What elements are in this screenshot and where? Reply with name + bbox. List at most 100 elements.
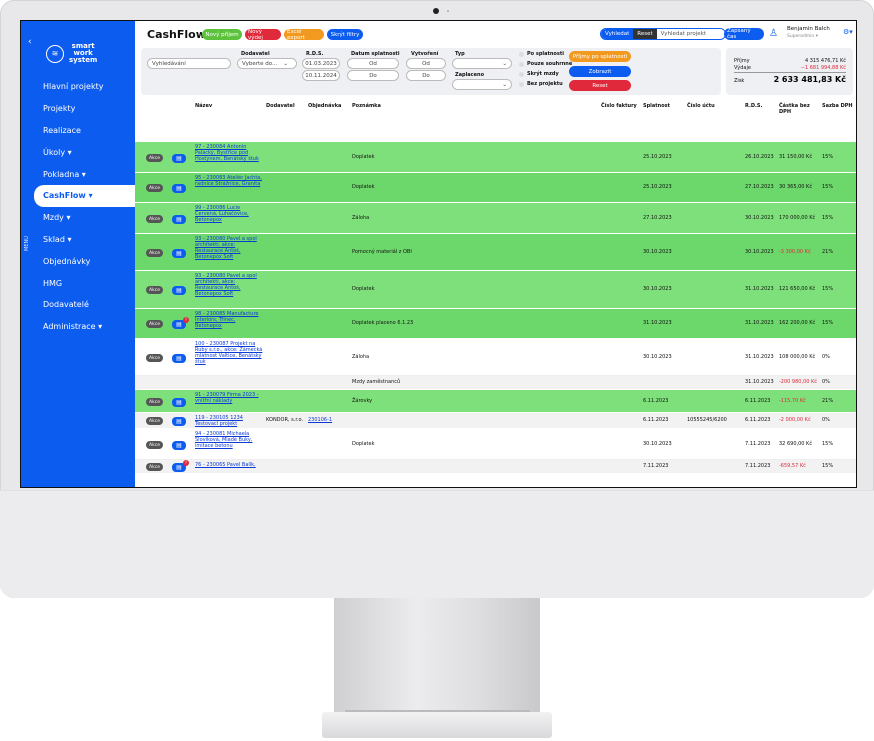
- sidebar-item-9[interactable]: HMG: [21, 272, 135, 294]
- project-link[interactable]: 99 - 230086 Lucie Červená, Luhačovice, B…: [195, 205, 263, 223]
- table-row[interactable]: Akce ▤ 97 - 230084 Antonín Palacký, Bystři…: [135, 142, 856, 173]
- project-link[interactable]: 91 - 230079 Firma 2023 - vnitřní náklady: [195, 392, 263, 404]
- document-icon[interactable]: ▤: [172, 215, 186, 224]
- paid-select[interactable]: ⌄: [452, 79, 512, 90]
- logged-time-button[interactable]: Zapsaný čas: [724, 28, 764, 40]
- vat-cell: 0%: [822, 354, 830, 360]
- project-link[interactable]: 98 - 230085 Manufacture Interiors, Třine…: [195, 311, 263, 329]
- type-select[interactable]: ⌄: [452, 58, 512, 69]
- table-row[interactable]: Akce ▤ 94 - 230081 Michaela Slovíková, Mla…: [135, 429, 856, 460]
- created-to-input[interactable]: Do: [406, 70, 446, 81]
- vat-cell: 0%: [822, 379, 830, 385]
- col-vat[interactable]: Sazba DPH: [822, 103, 853, 109]
- document-icon[interactable]: ▤: [172, 249, 186, 258]
- order-link[interactable]: 230106-1: [308, 417, 332, 423]
- col-rds[interactable]: R.D.S.: [745, 103, 762, 109]
- reset-filters-button[interactable]: Reset: [569, 80, 631, 91]
- project-link[interactable]: 93 - 230080 Pavel a spol architekti, akc…: [195, 273, 263, 297]
- user-menu[interactable]: Benjamin Balch Superadmin ▾: [787, 26, 830, 40]
- project-search-reset-button[interactable]: Reset: [633, 29, 657, 39]
- sidebar-item-11[interactable]: Administrace ▾: [21, 316, 135, 338]
- actions-button[interactable]: Akce: [146, 463, 163, 471]
- rds-cell: 31.10.2023: [745, 379, 774, 385]
- col-supplier[interactable]: Dodavatel: [266, 103, 295, 109]
- table-row[interactable]: Akce ▤ 93 - 230080 Pavel a spol architekti…: [135, 271, 856, 309]
- project-link[interactable]: 93 - 230080 Pavel a spol architekti, akc…: [195, 236, 263, 260]
- checkbox-overdue[interactable]: Po splatnosti: [519, 51, 564, 57]
- col-due[interactable]: Splatnost: [643, 103, 670, 109]
- table-row[interactable]: Mzdy zaměstnanců 31.10.2023 -200 980,00 Kč…: [135, 376, 856, 390]
- col-order[interactable]: Objednávka: [308, 103, 341, 109]
- document-icon[interactable]: ▤: [172, 154, 186, 163]
- checkbox-hide-wages[interactable]: Skrýt mzdy: [519, 71, 559, 77]
- col-invoice-number[interactable]: Číslo faktury: [601, 103, 637, 109]
- project-search-input[interactable]: Vyhledat projekt: [656, 29, 725, 39]
- table-row[interactable]: Akce ▤ 91 - 230079 Firma 2023 - vnitřní ná…: [135, 390, 856, 413]
- col-account[interactable]: Číslo účtu: [687, 103, 715, 109]
- sidebar-item-7[interactable]: Sklad ▾: [21, 229, 135, 251]
- sidebar-item-1[interactable]: Projekty: [21, 98, 135, 120]
- topbar: CashFlow Nový příjem Nový výdej Excel ex…: [135, 21, 856, 46]
- document-icon[interactable]: ▤: [172, 354, 186, 363]
- table-row[interactable]: Akce ▤ 95 - 230083 Ateliér Jachta, radnice…: [135, 173, 856, 203]
- actions-button[interactable]: Akce: [146, 154, 163, 162]
- project-link[interactable]: 97 - 230084 Antonín Palacký, Bystřice po…: [195, 144, 263, 162]
- document-icon[interactable]: ▤: [172, 286, 186, 295]
- sidebar-collapse-button[interactable]: ‹: [28, 37, 32, 47]
- actions-button[interactable]: Akce: [146, 249, 163, 257]
- table-row[interactable]: Akce ▤! 98 - 230085 Manufacture Interiors,…: [135, 309, 856, 339]
- table-row[interactable]: Akce ▤! 76 - 230065 Pavel Balík, 7.11.2023 7…: [135, 460, 856, 474]
- due-cell: 30.10.2023: [643, 441, 672, 447]
- user-icon[interactable]: ♙: [769, 28, 780, 39]
- table-row[interactable]: Akce ▤ 93 - 230080 Pavel a spol architekti…: [135, 234, 856, 271]
- sidebar-item-8[interactable]: Objednávky: [21, 250, 135, 272]
- actions-button[interactable]: Akce: [146, 417, 163, 425]
- project-link[interactable]: 94 - 230081 Michaela Slovíková, Mladé Bu…: [195, 431, 263, 449]
- excel-export-button[interactable]: Excel export: [284, 29, 324, 41]
- table-row[interactable]: Akce ▤ 119 - 230105 1234 Testovací projekt…: [135, 413, 856, 429]
- sidebar-item-0[interactable]: Hlavní projekty: [21, 76, 135, 98]
- document-icon[interactable]: ▤: [172, 441, 186, 450]
- overdue-income-button[interactable]: Příjmy po splatnosti: [569, 51, 631, 62]
- actions-button[interactable]: Akce: [146, 441, 163, 449]
- sidebar-item-3[interactable]: Úkoly ▾: [21, 141, 135, 163]
- col-amount[interactable]: Částka bez DPH: [779, 103, 815, 115]
- search-input[interactable]: Vyhledávání: [147, 58, 231, 69]
- document-icon[interactable]: ▤: [172, 398, 186, 407]
- document-icon[interactable]: ▤: [172, 184, 186, 193]
- project-link[interactable]: 100 - 230087 Projekt na Ruby s.r.o., akc…: [195, 341, 263, 365]
- new-expense-button[interactable]: Nový výdej: [245, 29, 281, 41]
- actions-button[interactable]: Akce: [146, 215, 163, 223]
- project-link[interactable]: 95 - 230083 Ateliér Jachta, radnice Strá…: [195, 175, 263, 187]
- project-link[interactable]: 119 - 230105 1234 Testovací projekt: [195, 415, 263, 427]
- actions-button[interactable]: Akce: [146, 320, 163, 328]
- checkbox-summary-only[interactable]: Pouze souhrnné: [519, 61, 572, 67]
- col-name[interactable]: Název: [195, 103, 212, 109]
- due-to-input[interactable]: Do: [347, 70, 399, 81]
- sidebar-item-10[interactable]: Dodavatelé: [21, 294, 135, 316]
- show-button[interactable]: Zobrazit: [569, 66, 631, 77]
- new-income-button[interactable]: Nový příjem: [202, 29, 242, 40]
- table-row[interactable]: Akce ▤ 100 - 230087 Projekt na Ruby s.r.o.…: [135, 339, 856, 376]
- document-icon[interactable]: ▤: [172, 417, 186, 426]
- project-search-button[interactable]: Vyhledat: [601, 29, 634, 39]
- supplier-select[interactable]: Vyberte do... ⌄: [237, 58, 297, 69]
- rds-from-input[interactable]: 01.03.2023: [302, 58, 340, 69]
- hide-filters-button[interactable]: Skrýt filtry: [327, 29, 363, 40]
- col-note[interactable]: Poznámka: [352, 103, 381, 109]
- actions-button[interactable]: Akce: [146, 354, 163, 362]
- project-link[interactable]: 76 - 230065 Pavel Balík,: [195, 462, 263, 468]
- actions-button[interactable]: Akce: [146, 398, 163, 406]
- settings-icon[interactable]: ⚙▾: [843, 28, 853, 36]
- sidebar-item-2[interactable]: Realizace: [21, 120, 135, 142]
- checkbox-no-project[interactable]: Bez projektu: [519, 81, 563, 87]
- actions-button[interactable]: Akce: [146, 184, 163, 192]
- sidebar-item-6[interactable]: Mzdy ▾: [21, 207, 135, 229]
- due-from-input[interactable]: Od: [347, 58, 399, 69]
- sidebar-item-4[interactable]: Pokladna ▾: [21, 163, 135, 185]
- created-from-input[interactable]: Od: [406, 58, 446, 69]
- rds-to-input[interactable]: 10.11.2024: [302, 70, 340, 81]
- table-row[interactable]: Akce ▤ 99 - 230086 Lucie Červená, Luhačovi…: [135, 203, 856, 234]
- actions-button[interactable]: Akce: [146, 286, 163, 294]
- sidebar-item-5[interactable]: CashFlow ▾: [34, 184, 135, 207]
